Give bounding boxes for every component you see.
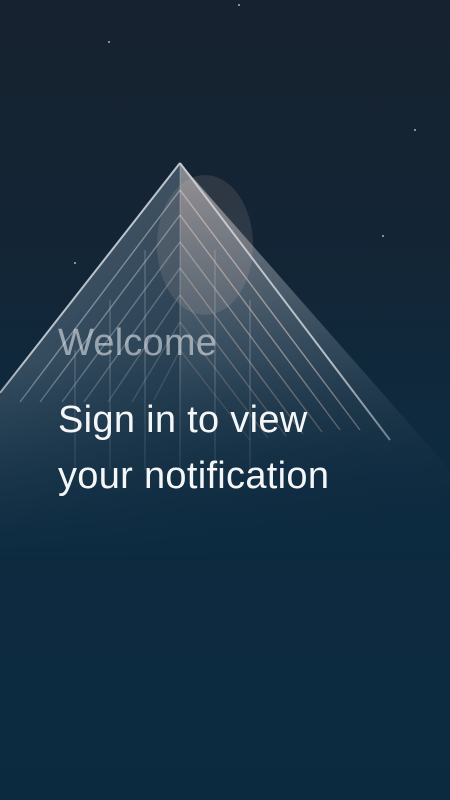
- sign-in-message: Sign in to view your notification: [58, 392, 418, 504]
- star: [108, 41, 110, 43]
- welcome-heading: Welcome: [58, 322, 218, 364]
- star: [382, 235, 384, 237]
- star: [414, 129, 416, 131]
- sign-in-message-line-1: Sign in to view: [58, 399, 308, 441]
- star: [238, 4, 240, 6]
- sign-in-message-line-2: your notification: [58, 455, 330, 497]
- welcome-message: Welcome Sign in to view your notificatio…: [58, 318, 418, 504]
- welcome-screen: Welcome Sign in to view your notificatio…: [0, 0, 450, 800]
- star: [74, 262, 76, 264]
